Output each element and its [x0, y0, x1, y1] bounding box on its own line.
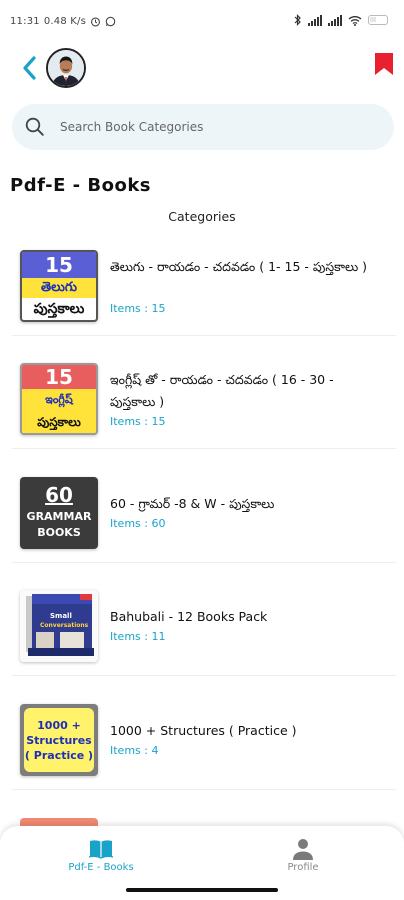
category-title: 1000 + Structures ( Practice ): [110, 723, 297, 738]
category-title: తెలుగు - రాయడం - చదవడం ( 1- 15 - పుస్తకా…: [110, 259, 367, 274]
status-left: 11:31 0.48 K/s: [10, 16, 116, 27]
search-icon: [25, 117, 44, 136]
status-right: [294, 14, 388, 26]
wifi-icon: [348, 15, 362, 26]
home-indicator: [126, 888, 278, 892]
back-button[interactable]: [18, 54, 40, 82]
chevron-left-icon: [23, 56, 36, 80]
thumb-word-1: Small: [50, 612, 72, 620]
item-count: Items : 15: [110, 302, 166, 315]
thumb-number: 1000 +: [37, 718, 81, 732]
category-thumbnail: 60 GRAMMAR BOOKS: [20, 477, 98, 549]
thumb-subcaption: BOOKS: [37, 526, 81, 539]
item-count: Items : 4: [110, 744, 159, 757]
thumb-number: 15: [22, 252, 96, 278]
nav-books-tab[interactable]: Pdf-E - Books: [41, 838, 161, 873]
search-bar[interactable]: [12, 104, 394, 150]
thumb-caption: పుస్తకాలు: [22, 411, 96, 433]
category-thumbnail: 1000 + Structures ( Practice ): [20, 704, 98, 776]
item-count: Items : 11: [110, 630, 166, 643]
status-bar: 11:31 0.48 K/s: [0, 0, 404, 46]
alarm-icon: [91, 17, 101, 27]
book-pack-image: Small Conversations: [20, 590, 98, 662]
thumb-word-2: Conversations: [40, 622, 89, 629]
nav-books-label: Pdf-E - Books: [68, 862, 134, 873]
category-thumbnail: 15 తెలుగు పుస్తకాలు: [20, 250, 98, 322]
person-icon: [293, 839, 313, 860]
bookmark-button[interactable]: [374, 52, 394, 76]
thumb-caption: GRAMMAR: [26, 510, 92, 523]
category-thumbnail: Small Conversations: [20, 590, 98, 662]
list-item[interactable]: Small Conversations Bahubali - 12 Books …: [12, 576, 396, 676]
thumb-number: 15: [22, 365, 96, 389]
list-item[interactable]: 15 తెలుగు పుస్తకాలు తెలుగు - రాయడం - చదవ…: [12, 236, 396, 336]
thumb-language: తెలుగు: [22, 278, 96, 298]
signal-1-icon: [308, 14, 322, 26]
category-title: Bahubali - 12 Books Pack: [110, 609, 268, 624]
nav-profile-tab[interactable]: Profile: [243, 838, 363, 873]
category-title: 60 - గ్రామర్ -8 & W - పుస్తకాలు: [110, 496, 275, 511]
thumb-language: ఇంగ్లీష్: [22, 389, 96, 411]
battery-icon: [368, 15, 388, 25]
thumb-panel: 1000 + Structures ( Practice ): [24, 708, 94, 772]
status-speed: 0.48 K/s: [43, 16, 87, 27]
section-title: Categories: [168, 209, 236, 224]
avatar[interactable]: [46, 48, 86, 88]
thumb-number: 60: [45, 483, 73, 507]
thumb-caption: పుస్తకాలు: [33, 301, 85, 317]
list-item[interactable]: 1000 + Structures ( Practice ) 1000 + St…: [12, 690, 396, 790]
bluetooth-icon: [294, 14, 301, 26]
page-title: Pdf-E - Books: [10, 175, 151, 196]
item-count: Items : 60: [110, 517, 166, 530]
list-item[interactable]: 60 GRAMMAR BOOKS 60 - గ్రామర్ -8 & W - ప…: [12, 463, 396, 563]
nav-profile-label: Profile: [287, 862, 319, 873]
bookmark-icon: [375, 53, 393, 75]
status-time: 11:31: [10, 16, 40, 27]
app-header: [0, 46, 404, 92]
category-thumbnail: 15 ఇంగ్లీష్ పుస్తకాలు: [20, 363, 98, 435]
item-count: Items : 15: [110, 415, 166, 428]
thumb-subcaption: ( Practice ): [24, 748, 94, 762]
open-book-icon: [88, 840, 114, 859]
list-item[interactable]: 15 ఇంగ్లీష్ పుస్తకాలు ఇంగ్లీష్ తో - రాయడ…: [12, 349, 396, 449]
profile-photo: [48, 50, 84, 86]
search-input[interactable]: [60, 120, 360, 134]
signal-2-icon: [328, 14, 342, 26]
thumb-caption: Structures: [26, 733, 92, 747]
whatsapp-icon: [105, 16, 116, 27]
category-title: ఇంగ్లీష్ తో - రాయడం - చదవడం ( 16 - 30 - …: [110, 372, 334, 409]
